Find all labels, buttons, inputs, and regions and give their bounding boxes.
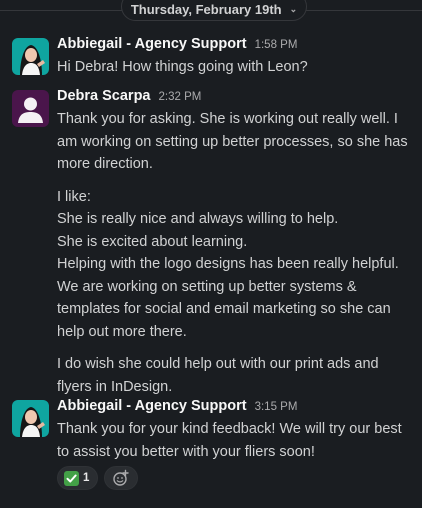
user-avatar-icon xyxy=(12,90,49,127)
agent-avatar-icon xyxy=(12,38,49,75)
message: Abbiegail - Agency Support 3:15 PM Thank… xyxy=(0,398,422,498)
message-header: Abbiegail - Agency Support 1:58 PM xyxy=(57,36,297,52)
message-body: Thank you for your kind feedback! We wil… xyxy=(57,418,415,463)
message-line: She is really nice and always willing to… xyxy=(57,211,339,227)
add-reaction-button[interactable] xyxy=(104,466,139,490)
agent-avatar-icon xyxy=(12,400,49,437)
message-header: Debra Scarpa 2:32 PM xyxy=(57,88,201,104)
message-line: She is excited about learning. xyxy=(57,233,248,250)
reaction-bar: 1 xyxy=(57,466,139,490)
chevron-down-icon: ⌄ xyxy=(289,4,298,14)
message-text: Thank you for your kind feedback! We wil… xyxy=(57,421,402,460)
sender-name[interactable]: Abbiegail - Agency Support xyxy=(57,398,247,414)
date-divider: Thursday, February 19th ⌄ xyxy=(0,0,422,22)
avatar[interactable] xyxy=(12,90,49,127)
message-header: Abbiegail - Agency Support 3:15 PM xyxy=(57,398,297,414)
add-emoji-icon xyxy=(113,469,130,486)
date-label: Thursday, February 19th xyxy=(130,2,282,17)
timestamp[interactable]: 1:58 PM xyxy=(255,39,298,51)
message-paragraph: Thank you for asking. She is working out… xyxy=(57,111,408,172)
reaction-count: 1 xyxy=(83,472,90,484)
message-pane: Thursday, February 19th ⌄ Abbiegail - Ag… xyxy=(0,0,422,508)
message-text: Hi Debra! How things going with Leon? xyxy=(57,59,308,75)
message-paragraph: I do wish she could help out with our pr… xyxy=(57,356,379,395)
avatar[interactable] xyxy=(12,38,49,75)
date-jump-button[interactable]: Thursday, February 19th ⌄ xyxy=(121,0,307,21)
avatar[interactable] xyxy=(12,400,49,437)
message-paragraph: Helping with the logo designs has been r… xyxy=(57,256,399,340)
message: Abbiegail - Agency Support 1:58 PM Hi De… xyxy=(0,36,422,86)
reaction-pill[interactable]: 1 xyxy=(57,466,99,490)
message: Debra Scarpa 2:32 PM Thank you for askin… xyxy=(0,88,422,395)
message-line: I like: xyxy=(57,188,91,205)
message-body: Thank you for asking. She is working out… xyxy=(57,108,415,398)
sender-name[interactable]: Abbiegail - Agency Support xyxy=(57,36,247,52)
timestamp[interactable]: 2:32 PM xyxy=(159,91,202,103)
sender-name[interactable]: Debra Scarpa xyxy=(57,88,151,104)
timestamp[interactable]: 3:15 PM xyxy=(255,401,298,413)
message-body: Hi Debra! How things going with Leon? xyxy=(57,56,415,79)
white-check-mark-icon xyxy=(64,470,79,486)
